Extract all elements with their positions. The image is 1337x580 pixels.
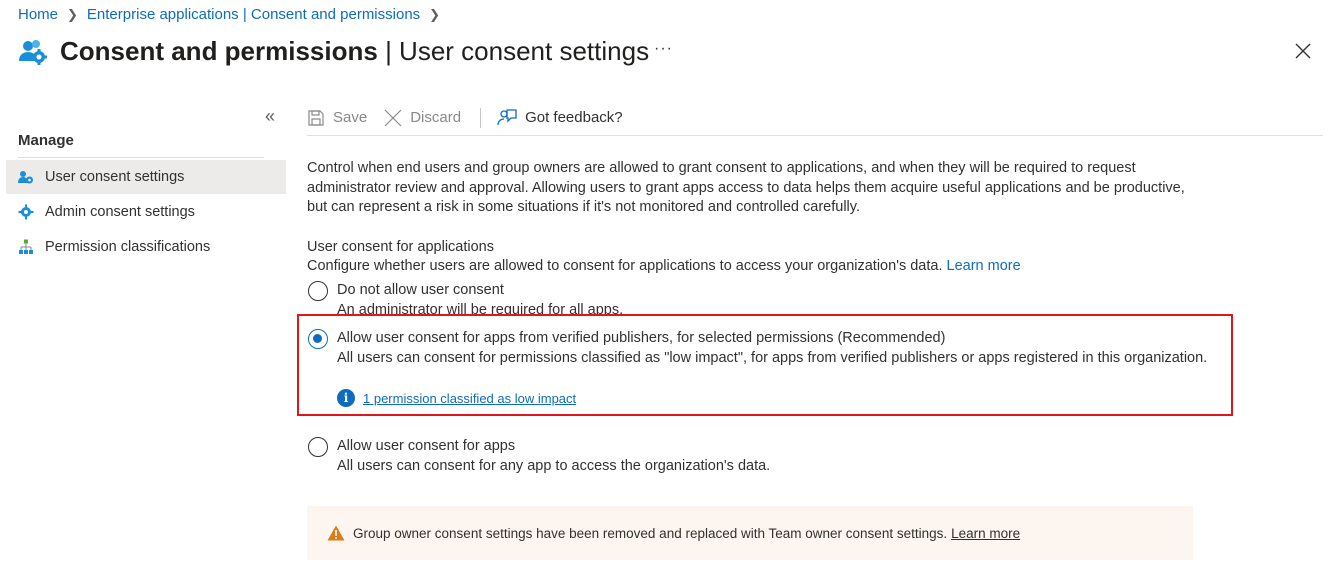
sidebar-item-permission-classifications[interactable]: Permission classifications [6, 230, 286, 264]
save-label: Save [333, 109, 368, 126]
warning-banner: Group owner consent settings have been r… [307, 506, 1193, 560]
warning-learn-more-link[interactable]: Learn more [951, 526, 1020, 541]
radio-option-label: Allow user consent for apps [337, 438, 516, 454]
gear-icon [18, 204, 34, 220]
section-description-text: Configure whether users are allowed to c… [307, 258, 943, 274]
more-options-icon[interactable]: ··· [654, 40, 673, 58]
discard-label: Discard [410, 109, 462, 126]
learn-more-link[interactable]: Learn more [947, 258, 1021, 274]
sidebar-item-label: User consent settings [45, 169, 185, 185]
breadcrumb: Home ❯ Enterprise applications | Consent… [18, 6, 449, 23]
warning-icon [327, 525, 345, 541]
collapse-sidebar-icon[interactable]: « [265, 106, 275, 127]
manage-header: Manage [18, 132, 74, 149]
warning-text: Group owner consent settings have been r… [353, 525, 948, 541]
chevron-right-icon: ❯ [67, 6, 78, 22]
section-description: Configure whether users are allowed to c… [307, 258, 1021, 274]
sidebar-item-label: Admin consent settings [45, 204, 195, 220]
command-toolbar: Save Discard Got feedback? [307, 100, 1323, 136]
discard-button[interactable]: Discard [384, 109, 461, 127]
highlight-box [297, 314, 1233, 416]
radio-option-sub: An administrator will be required for al… [337, 302, 624, 314]
sidebar-item-user-consent-settings[interactable]: User consent settings [6, 160, 286, 194]
page-description: Control when end users and group owners … [307, 160, 1185, 215]
feedback-button[interactable]: Got feedback? [497, 108, 623, 128]
feedback-label: Got feedback? [525, 109, 623, 126]
feedback-icon [497, 108, 517, 125]
users-gear-icon [18, 171, 33, 184]
page-title: Consent and permissions | User consent s… [60, 36, 649, 67]
save-icon [308, 109, 324, 126]
title-row: Consent and permissions | User consent s… [18, 36, 649, 67]
divider [18, 157, 264, 158]
breadcrumb-home-link[interactable]: Home [18, 6, 58, 23]
sidebar-item-admin-consent-settings[interactable]: Admin consent settings [6, 195, 286, 229]
radio-option-do-not-allow[interactable]: Do not allow user consent [308, 281, 504, 301]
radio-button[interactable] [308, 281, 328, 301]
section-title: User consent for applications [307, 239, 494, 255]
radio-option-label: Do not allow user consent [337, 282, 504, 298]
radio-option-allow-all[interactable]: Allow user consent for apps All users ca… [308, 437, 770, 476]
close-icon[interactable] [1294, 42, 1312, 60]
breadcrumb-parent-link[interactable]: Enterprise applications | Consent and pe… [87, 6, 420, 23]
toolbar-divider [480, 107, 482, 128]
radio-button[interactable] [308, 437, 328, 457]
users-gear-icon [19, 39, 47, 65]
discard-x-icon [384, 109, 402, 126]
sidebar-item-label: Permission classifications [45, 239, 211, 255]
hierarchy-icon [19, 239, 33, 254]
page-title-main: Consent and permissions [60, 36, 378, 66]
chevron-right-icon: ❯ [429, 6, 441, 22]
radio-option-sub: All users can consent for any app to acc… [337, 458, 771, 474]
save-button[interactable]: Save [307, 109, 367, 127]
page-title-sub: | User consent settings [385, 36, 650, 66]
